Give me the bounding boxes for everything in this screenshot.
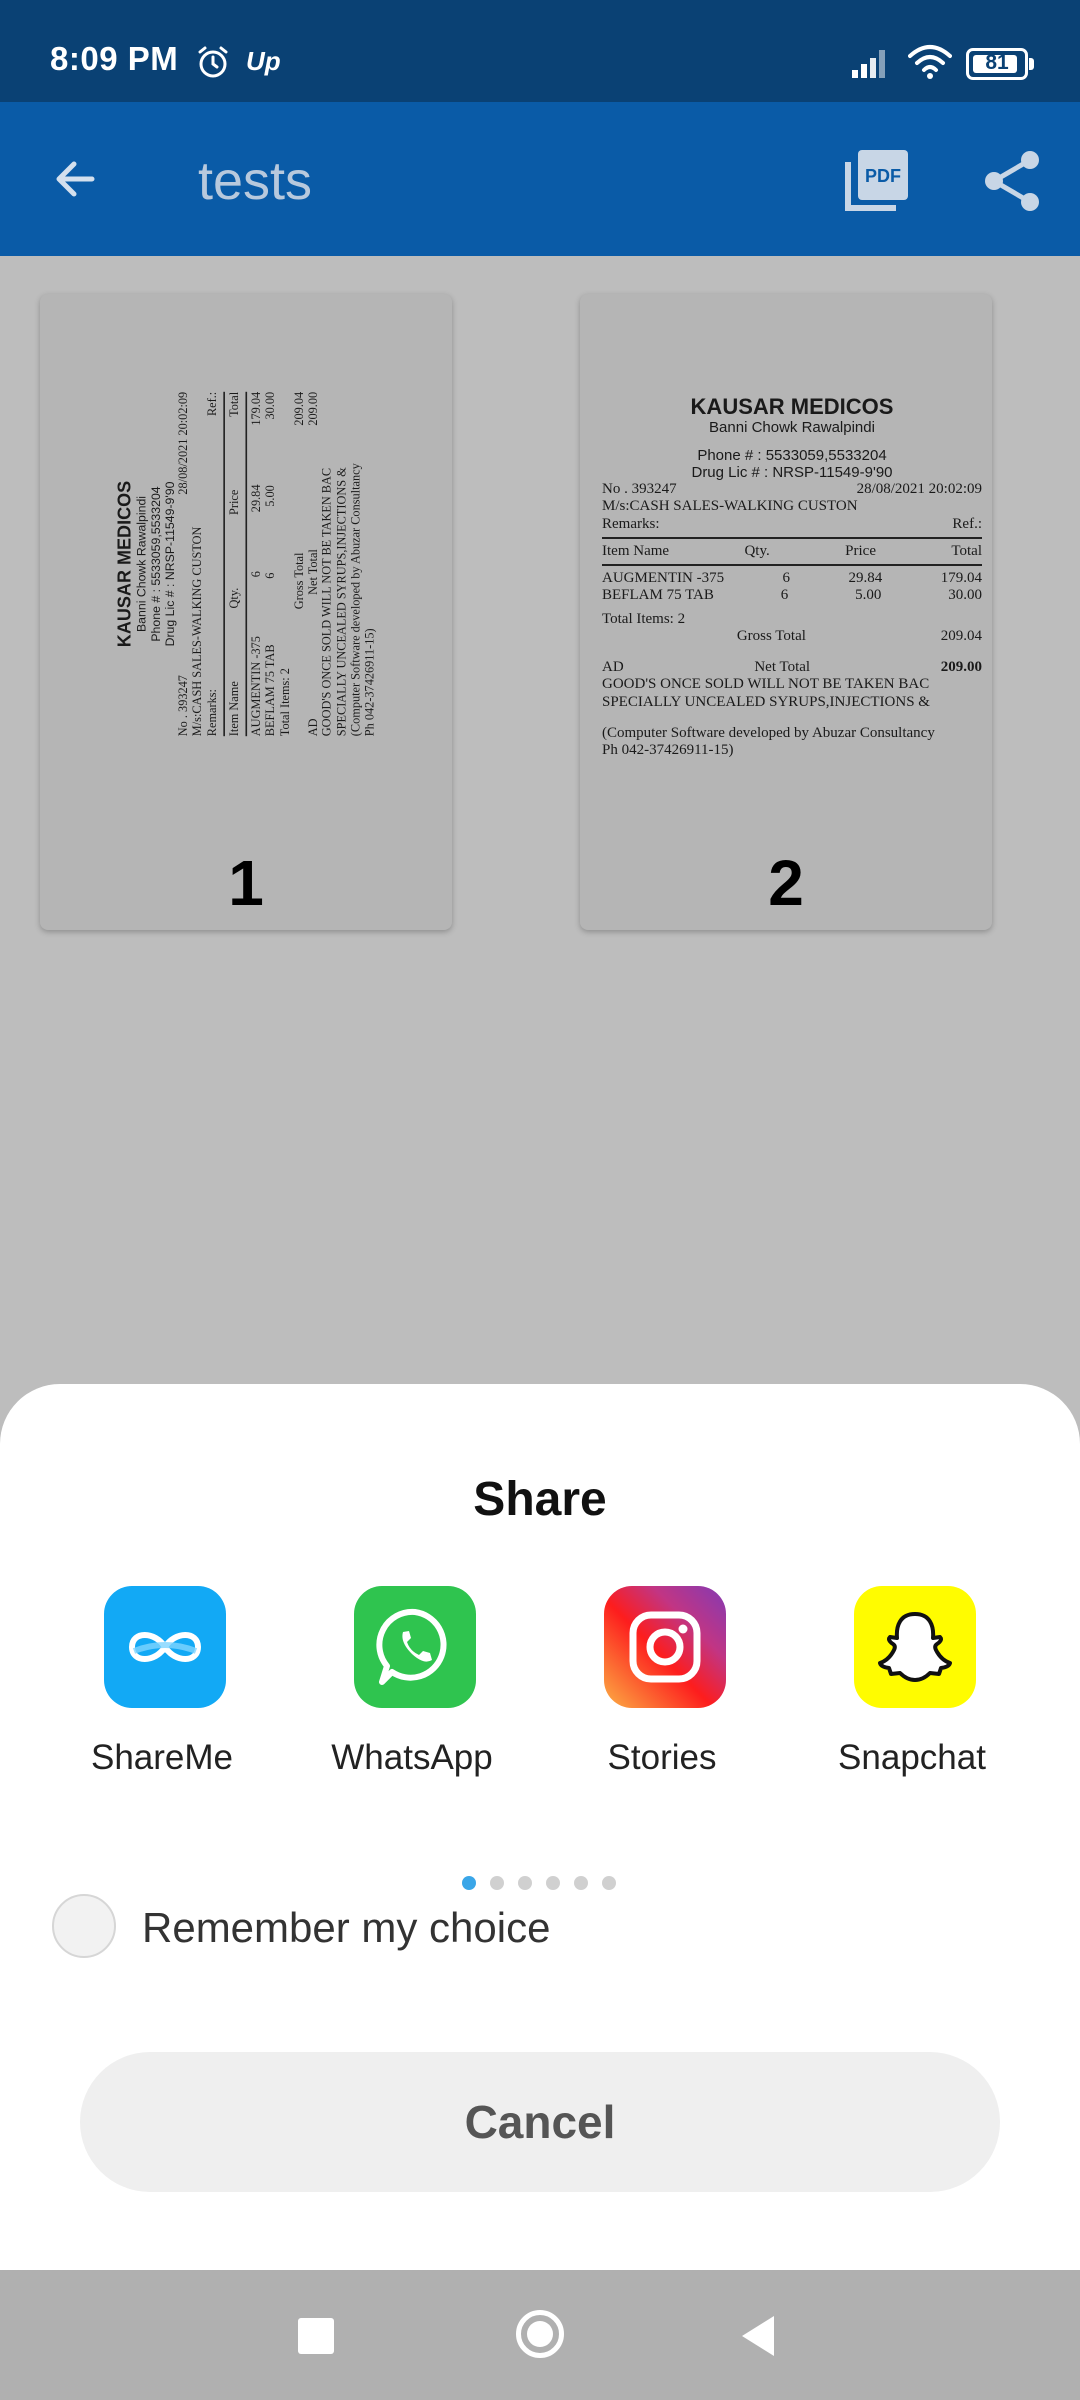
square-recents-icon[interactable] bbox=[298, 2318, 334, 2354]
receipt-image: KAUSAR MEDICOS Banni Chowk Rawalpindi Ph… bbox=[602, 394, 982, 759]
triangle-back-icon[interactable] bbox=[738, 2314, 778, 2358]
pager-dot[interactable] bbox=[602, 1876, 616, 1890]
page-thumbnail[interactable]: KAUSAR MEDICOS Banni Chowk Rawalpindi Ph… bbox=[580, 294, 992, 930]
share-target-label: Snapchat bbox=[838, 1738, 986, 1777]
whatsapp-icon bbox=[354, 1586, 476, 1708]
arrow-back-icon[interactable] bbox=[40, 142, 114, 216]
share-target-stories[interactable]: Stories bbox=[562, 1586, 762, 1786]
circle-home-icon[interactable] bbox=[516, 2310, 564, 2358]
share-target-shareme[interactable]: ShareMe bbox=[62, 1586, 262, 1786]
share-target-label: Stories bbox=[607, 1738, 717, 1777]
carrier-badge: Up bbox=[246, 46, 281, 76]
cancel-button[interactable]: Cancel bbox=[80, 2052, 1000, 2192]
remember-choice[interactable]: Remember my choice bbox=[52, 1890, 752, 1960]
pdf-icon[interactable]: PDF bbox=[842, 144, 914, 216]
status-bar: 8:09 PM Up 81 bbox=[0, 0, 1080, 102]
page-number: 1 bbox=[228, 847, 264, 919]
svg-text:PDF: PDF bbox=[865, 166, 901, 186]
page-thumbnail[interactable]: KAUSAR MEDICOS Banni Chowk Rawalpindi Ph… bbox=[40, 294, 452, 930]
snapchat-icon bbox=[854, 1586, 976, 1708]
page-number: 2 bbox=[768, 847, 804, 919]
share-target-label: ShareMe bbox=[90, 1738, 234, 1777]
wifi-icon bbox=[908, 45, 952, 79]
share-target-snapchat[interactable]: Snapchat bbox=[812, 1586, 1012, 1786]
remember-choice-radio[interactable] bbox=[52, 1894, 116, 1958]
shareme-icon bbox=[104, 1586, 226, 1708]
status-time: 8:09 PM bbox=[50, 40, 179, 77]
page-title: tests bbox=[198, 151, 313, 211]
app-bar: tests PDF bbox=[0, 102, 1080, 256]
pager-dot[interactable] bbox=[574, 1876, 588, 1890]
pager-dot[interactable] bbox=[490, 1876, 504, 1890]
pager-dot[interactable] bbox=[462, 1876, 476, 1890]
share-sheet-title: Share bbox=[473, 1473, 607, 1526]
pager-dot[interactable] bbox=[546, 1876, 560, 1890]
share-target-label: WhatsApp bbox=[331, 1738, 493, 1777]
receipt-image: KAUSAR MEDICOS Banni Chowk Rawalpindi Ph… bbox=[114, 391, 377, 737]
alarm-icon bbox=[198, 46, 228, 78]
battery-level-text: 81 bbox=[985, 51, 1009, 74]
share-sheet: Share ShareMe WhatsApp Stories Snapchat … bbox=[0, 1384, 1080, 2270]
battery-icon: 81 bbox=[966, 48, 1036, 80]
share-icon[interactable] bbox=[976, 144, 1050, 218]
remember-choice-label: Remember my choice bbox=[142, 1904, 551, 1951]
system-nav-bar bbox=[0, 2270, 1080, 2400]
share-target-whatsapp[interactable]: WhatsApp bbox=[312, 1586, 512, 1786]
cell-signal-icon bbox=[852, 50, 885, 78]
pager-dot[interactable] bbox=[518, 1876, 532, 1890]
instagram-icon bbox=[604, 1586, 726, 1708]
